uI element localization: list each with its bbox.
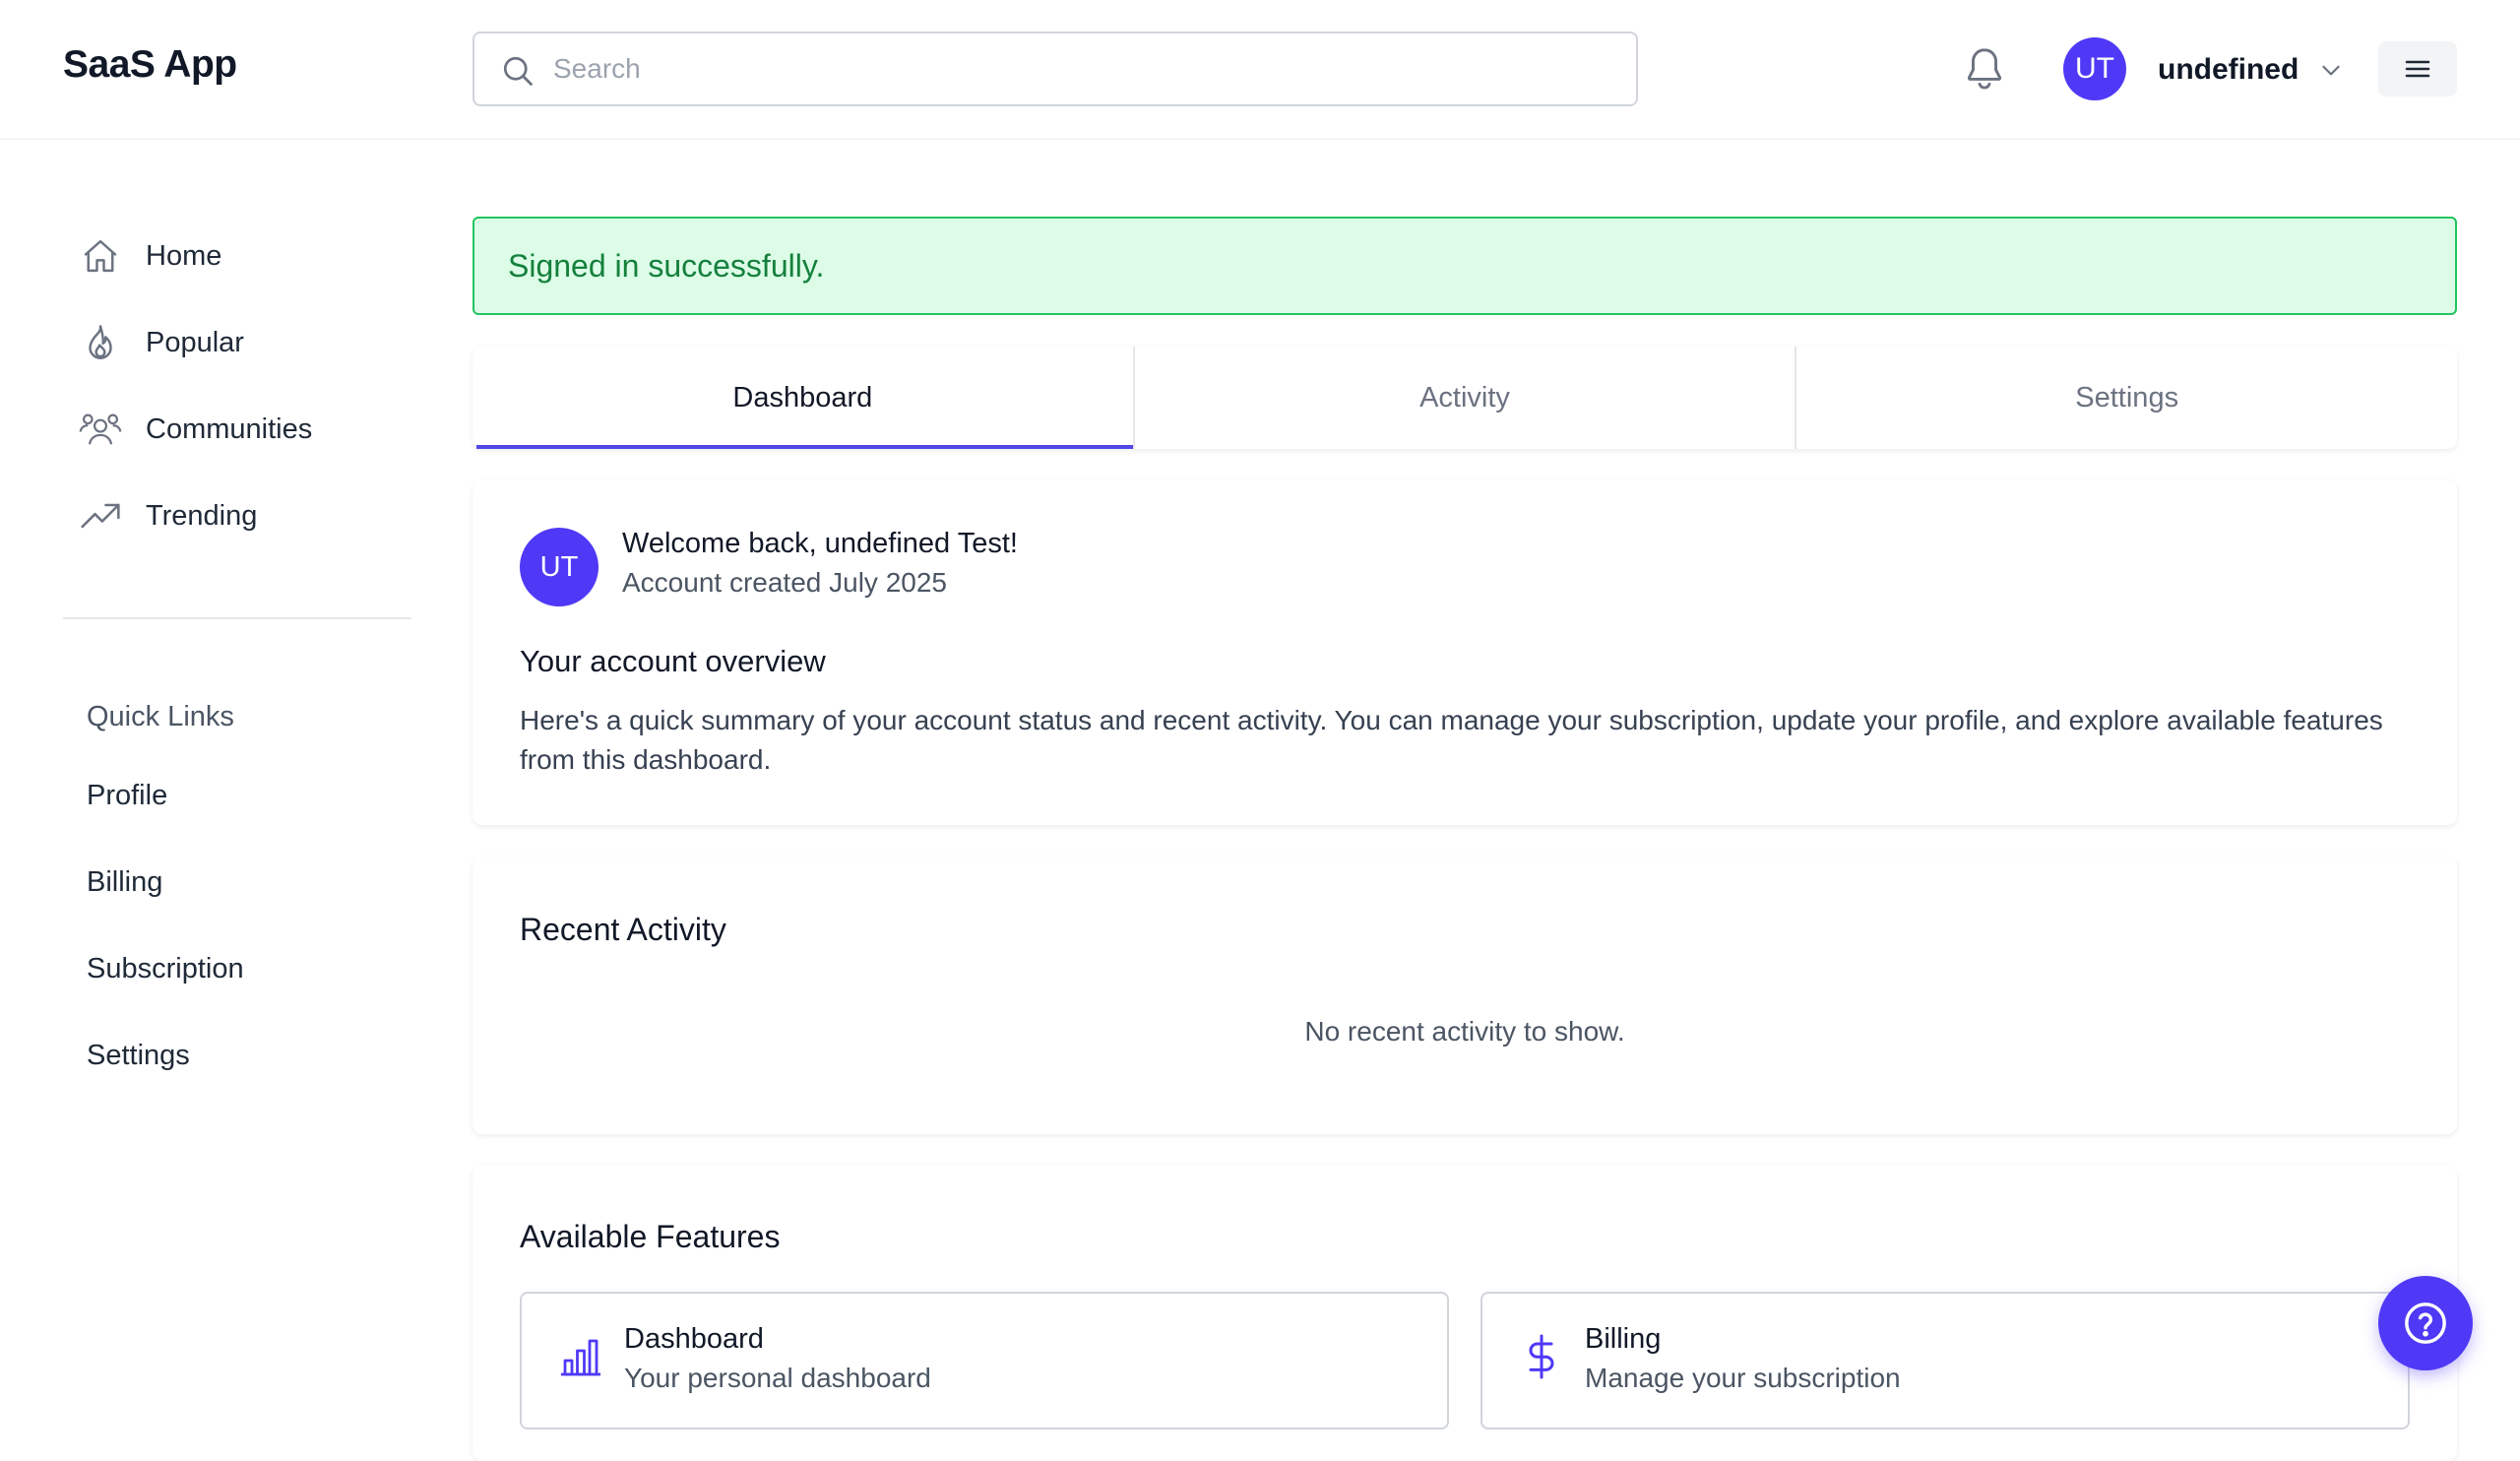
sidebar-divider	[63, 617, 411, 619]
welcome-title: Welcome back, undefined Test!	[622, 528, 1018, 559]
sidebar-item-communities[interactable]: Communities	[79, 400, 404, 459]
tab-dashboard[interactable]: Dashboard	[472, 347, 1135, 449]
help-circle-icon	[2405, 1302, 2446, 1344]
tab-bar: Dashboard Activity Settings	[472, 347, 2457, 449]
recent-activity-card: Recent Activity No recent activity to sh…	[472, 857, 2457, 1134]
search-box[interactable]	[472, 32, 1638, 106]
feature-description: Your personal dashboard	[624, 1363, 931, 1393]
sidebar-item-label: Popular	[146, 326, 244, 358]
feature-title: Billing	[1585, 1323, 1662, 1355]
sidebar-item-popular[interactable]: Popular	[79, 313, 404, 372]
user-name: undefined	[2158, 53, 2300, 86]
feature-card-billing[interactable]: Billing Manage your subscription	[1480, 1292, 2410, 1429]
search-icon	[503, 56, 533, 86]
help-button[interactable]	[2378, 1276, 2473, 1370]
sidebar-item-label: Communities	[146, 413, 313, 445]
quick-links-title: Quick Links	[87, 701, 234, 732]
available-features-card: Available Features Dashboard Your person…	[472, 1166, 2457, 1461]
trending-up-icon	[81, 503, 120, 529]
app-logo[interactable]: SaaS App	[63, 43, 237, 87]
sidebar-item-trending[interactable]: Trending	[79, 486, 404, 545]
search-input[interactable]	[553, 33, 1616, 104]
avatar: UT	[520, 528, 598, 606]
user-menu-button[interactable]: undefined	[2158, 43, 2344, 96]
dollar-icon	[1529, 1334, 1554, 1379]
overview-title: Your account overview	[520, 644, 826, 678]
chevron-down-icon	[2322, 65, 2340, 76]
hamburger-menu-button[interactable]	[2378, 41, 2457, 96]
empty-state-text: No recent activity to show.	[1304, 1016, 1625, 1047]
quick-link-billing[interactable]: Billing	[87, 866, 162, 899]
quick-link-subscription[interactable]: Subscription	[87, 953, 244, 985]
alert-message: Signed in successfully.	[508, 247, 825, 284]
tab-activity[interactable]: Activity	[1135, 347, 1797, 449]
top-header: SaaS App UT undefined	[0, 0, 2520, 140]
quick-link-settings[interactable]: Settings	[87, 1040, 190, 1072]
bell-icon[interactable]	[1963, 45, 2006, 93]
sidebar-item-home[interactable]: Home	[79, 226, 404, 286]
menu-icon	[2405, 60, 2430, 78]
feature-title: Dashboard	[624, 1323, 764, 1355]
sidebar-item-label: Trending	[146, 499, 258, 532]
features-title: Available Features	[520, 1219, 781, 1254]
tab-settings[interactable]: Settings	[1796, 347, 2457, 449]
feature-card-dashboard[interactable]: Dashboard Your personal dashboard	[520, 1292, 1449, 1429]
overview-text: Here's a quick summary of your account s…	[520, 705, 2383, 775]
feature-description: Manage your subscription	[1585, 1363, 1901, 1393]
home-icon	[84, 239, 117, 273]
flame-icon	[89, 325, 112, 359]
quick-link-profile[interactable]: Profile	[87, 780, 167, 812]
users-icon	[79, 413, 122, 445]
user-avatar[interactable]: UT	[2063, 37, 2126, 100]
recent-activity-title: Recent Activity	[520, 912, 726, 947]
welcome-card: UT Welcome back, undefined Test! Account…	[472, 480, 2457, 825]
bar-chart-icon	[561, 1339, 600, 1376]
success-alert: Signed in successfully.	[472, 217, 2457, 315]
sidebar-item-label: Home	[146, 239, 222, 272]
account-created-text: Account created July 2025	[622, 567, 947, 598]
